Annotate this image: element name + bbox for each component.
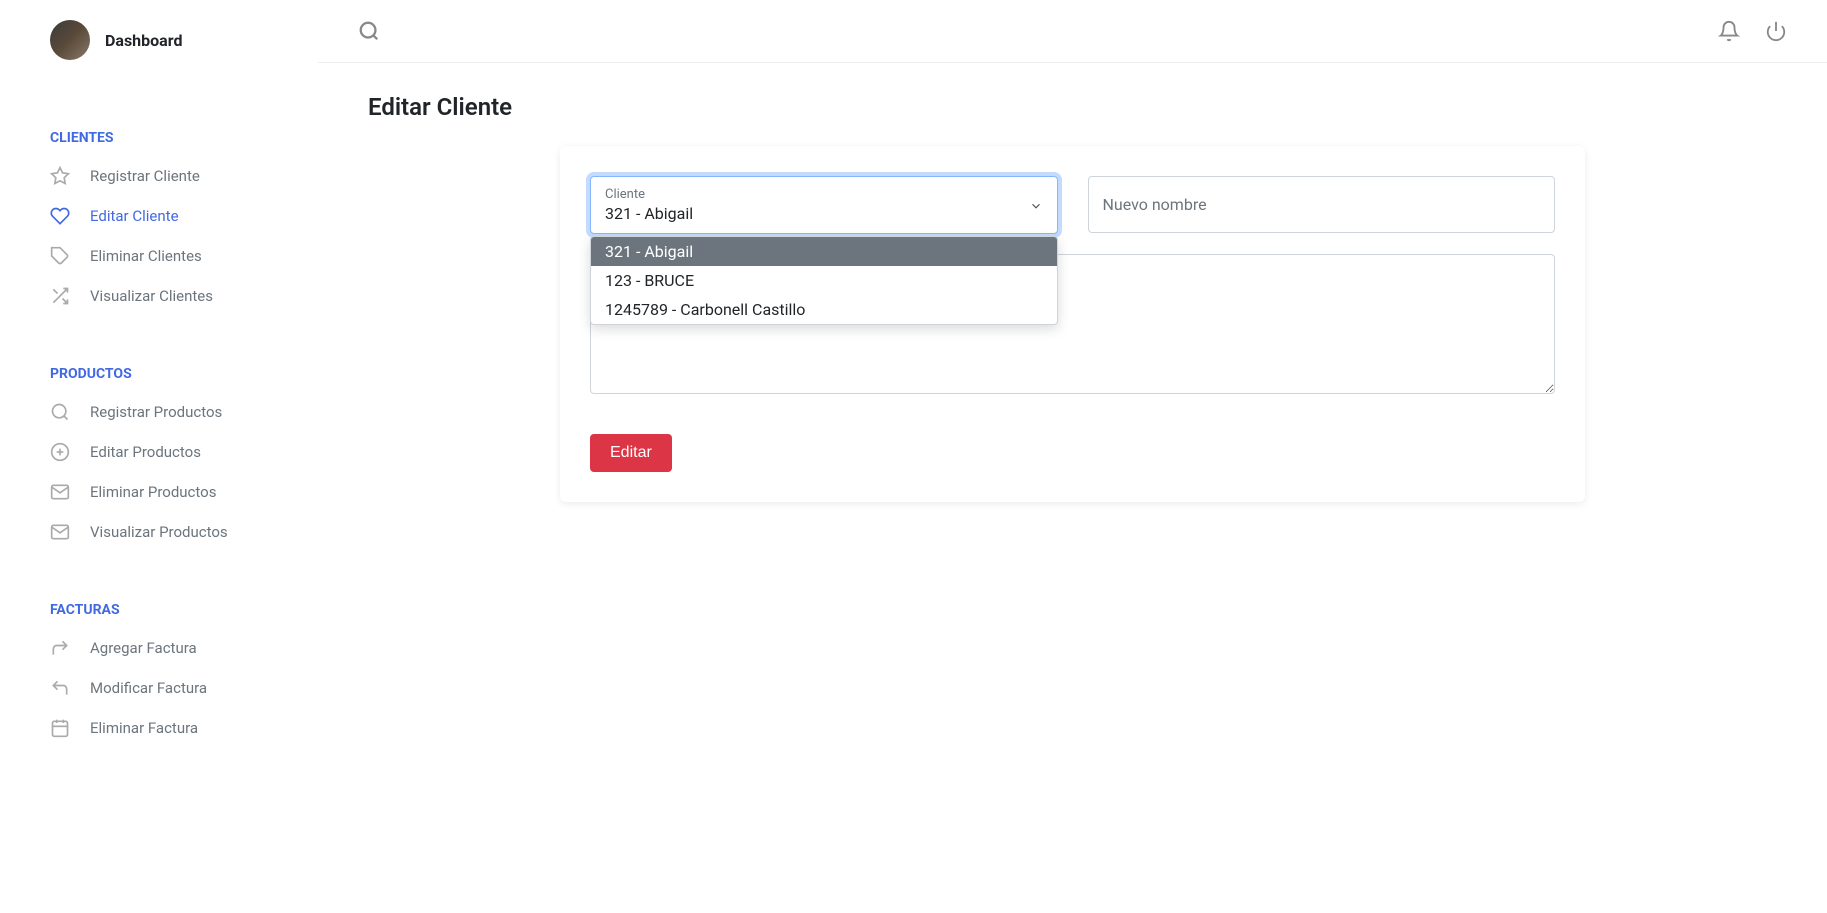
page-title: Editar Cliente xyxy=(368,93,1777,121)
tag-icon xyxy=(50,246,70,266)
nav-item-label: Registrar Productos xyxy=(90,403,222,421)
sidebar-section-productos: PRODUCTOS Registrar Productos Editar Pro… xyxy=(0,356,317,552)
dropdown-option[interactable]: 123 - BRUCE xyxy=(591,266,1057,295)
nav-item-label: Eliminar Clientes xyxy=(90,247,202,265)
editar-button[interactable]: Editar xyxy=(590,434,672,472)
shuffle-icon xyxy=(50,286,70,306)
nuevo-nombre-input[interactable] xyxy=(1088,176,1556,233)
nav-item-label: Modificar Factura xyxy=(90,679,207,697)
nav-item-eliminar-productos[interactable]: Eliminar Productos xyxy=(0,472,317,512)
nav-item-editar-productos[interactable]: Editar Productos xyxy=(0,432,317,472)
sidebar: Dashboard CLIENTES Registrar Cliente Edi… xyxy=(0,0,318,913)
dropdown-options: 321 - Abigail 123 - BRUCE 1245789 - Carb… xyxy=(590,236,1058,325)
search-icon xyxy=(50,402,70,422)
redo-icon xyxy=(50,638,70,658)
heart-icon xyxy=(50,206,70,226)
nav-item-agregar-factura[interactable]: Agregar Factura xyxy=(0,628,317,668)
calendar-icon xyxy=(50,718,70,738)
sidebar-header: Dashboard xyxy=(0,0,317,80)
bell-icon[interactable] xyxy=(1718,20,1740,42)
nav-item-label: Editar Productos xyxy=(90,443,201,461)
plus-circle-icon xyxy=(50,442,70,462)
nav-item-editar-cliente[interactable]: Editar Cliente xyxy=(0,196,317,236)
section-label-productos: PRODUCTOS xyxy=(0,356,317,392)
nav-item-label: Visualizar Productos xyxy=(90,523,228,541)
nav-item-visualizar-clientes[interactable]: Visualizar Clientes xyxy=(0,276,317,316)
dropdown-option[interactable]: 321 - Abigail xyxy=(591,237,1057,266)
search-icon[interactable] xyxy=(358,20,380,42)
section-label-clientes: CLIENTES xyxy=(0,120,317,156)
sidebar-section-facturas: FACTURAS Agregar Factura Modificar Factu… xyxy=(0,592,317,748)
nav-item-registrar-productos[interactable]: Registrar Productos xyxy=(0,392,317,432)
star-icon xyxy=(50,166,70,186)
dropdown-option[interactable]: 1245789 - Carbonell Castillo xyxy=(591,295,1057,324)
content-area: Editar Cliente Cliente 321 - Abigail 3 xyxy=(318,63,1827,913)
select-label: Cliente xyxy=(605,187,1043,202)
cliente-select[interactable]: Cliente 321 - Abigail xyxy=(590,176,1058,234)
nav-item-label: Agregar Factura xyxy=(90,639,197,657)
power-icon[interactable] xyxy=(1765,20,1787,42)
mail-icon xyxy=(50,482,70,502)
undo-icon xyxy=(50,678,70,698)
chevron-down-icon xyxy=(1029,198,1043,212)
sidebar-section-clientes: CLIENTES Registrar Cliente Editar Client… xyxy=(0,120,317,316)
topbar xyxy=(318,0,1827,63)
nav-item-label: Visualizar Clientes xyxy=(90,287,213,305)
nav-item-label: Registrar Cliente xyxy=(90,167,200,185)
main-content: Editar Cliente Cliente 321 - Abigail 3 xyxy=(318,0,1827,913)
nav-item-registrar-cliente[interactable]: Registrar Cliente xyxy=(0,156,317,196)
nav-item-eliminar-factura[interactable]: Eliminar Factura xyxy=(0,708,317,748)
form-card: Cliente 321 - Abigail 321 - Abigail 123 … xyxy=(560,146,1585,502)
nav-item-label: Eliminar Factura xyxy=(90,719,198,737)
section-label-facturas: FACTURAS xyxy=(0,592,317,628)
select-value: 321 - Abigail xyxy=(605,204,1043,223)
nav-item-eliminar-clientes[interactable]: Eliminar Clientes xyxy=(0,236,317,276)
nav-item-visualizar-productos[interactable]: Visualizar Productos xyxy=(0,512,317,552)
nav-item-modificar-factura[interactable]: Modificar Factura xyxy=(0,668,317,708)
sidebar-title: Dashboard xyxy=(105,31,182,50)
avatar[interactable] xyxy=(50,20,90,60)
nav-item-label: Editar Cliente xyxy=(90,207,179,225)
mail-icon xyxy=(50,522,70,542)
nav-item-label: Eliminar Productos xyxy=(90,483,216,501)
